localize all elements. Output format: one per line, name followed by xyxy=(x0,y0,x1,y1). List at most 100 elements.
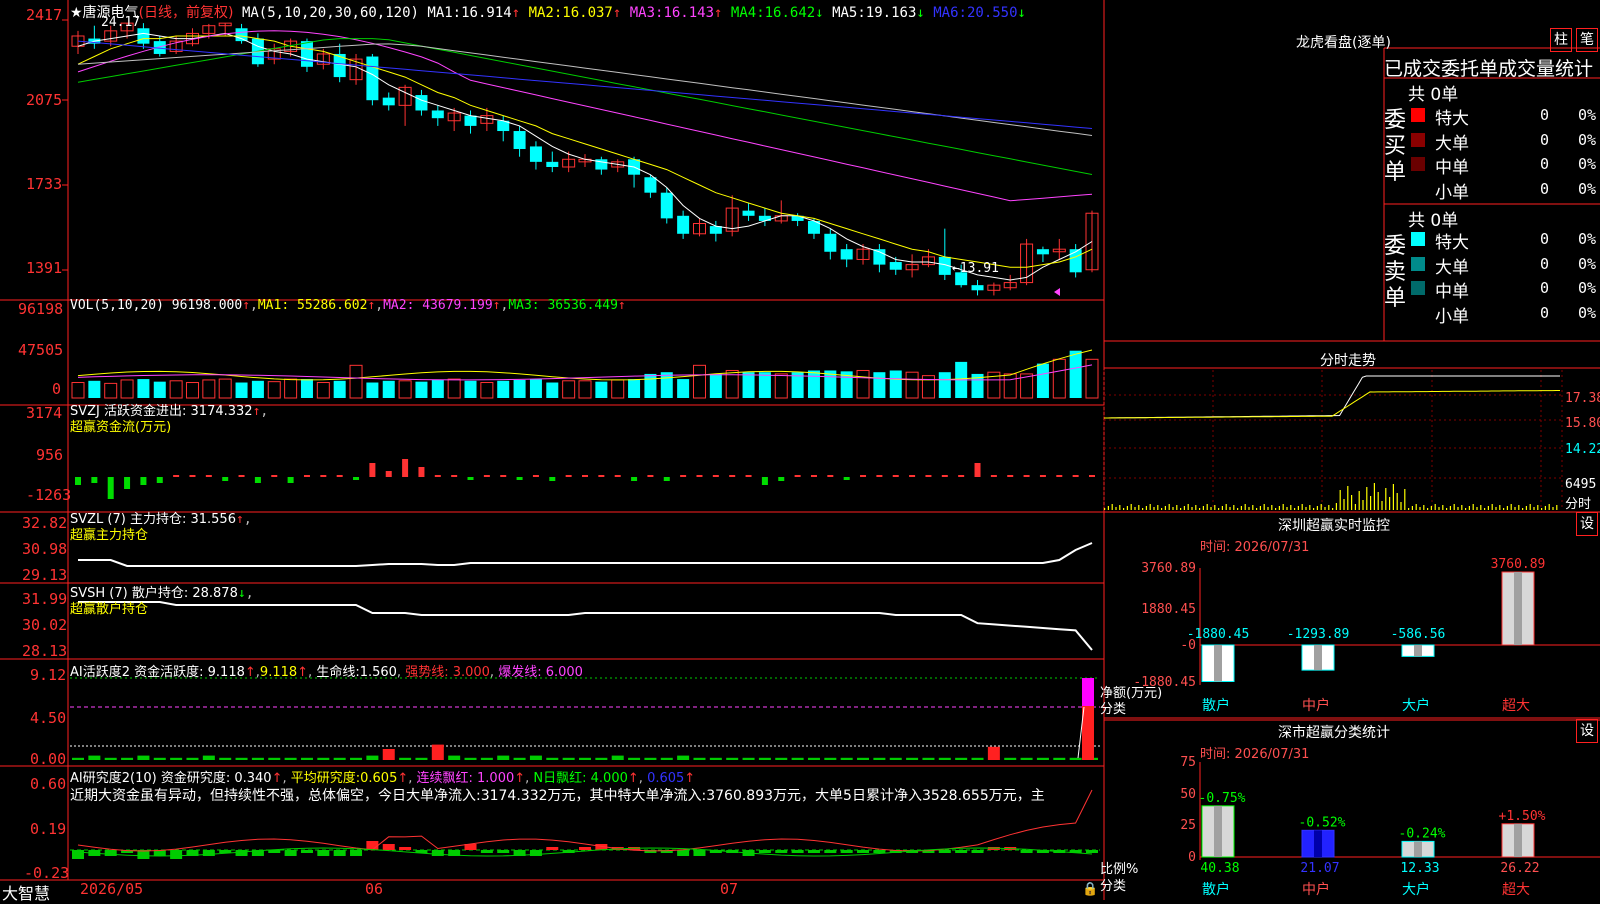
fundflow-bar-down xyxy=(254,477,261,483)
ma3-value: 16.143 xyxy=(663,5,715,21)
intraday-volume-bar xyxy=(1195,505,1197,510)
sell-row-count: 0 xyxy=(1540,230,1550,248)
activity-bar xyxy=(431,744,444,760)
buy-row-swatch xyxy=(1411,108,1425,122)
class-pct-label: -0.24% xyxy=(1399,826,1446,841)
sell-row-swatch xyxy=(1411,281,1425,295)
volume-bar-up xyxy=(856,369,870,399)
ai-research-last: 0.605 xyxy=(647,771,685,786)
buy-row-count: 0 xyxy=(1540,155,1550,173)
intraday-volume-bar xyxy=(1518,505,1520,510)
activity-bar xyxy=(72,757,84,760)
intraday-volume-bar xyxy=(1138,505,1140,510)
sz-monitor-settings-button[interactable]: 设 xyxy=(1576,512,1598,536)
vol-ma1: MA1: 55286.602 xyxy=(257,298,368,313)
sell-side-label: 委卖单 xyxy=(1384,234,1407,311)
brand-label: 大智慧 xyxy=(2,884,51,903)
bar-mode-button[interactable]: 柱 xyxy=(1550,28,1572,52)
intraday-volume-bar xyxy=(1218,508,1220,510)
research-bar-up xyxy=(366,841,379,850)
vol-header: VOL(5,10,20) 96198.000↑,MA1: 55286.602↑,… xyxy=(70,298,626,313)
candle-body-down xyxy=(742,210,755,216)
activity-bar xyxy=(840,757,853,760)
volume-bar-up xyxy=(316,382,330,399)
fundflow-bar-up xyxy=(369,463,376,477)
activity-bar xyxy=(480,757,493,760)
vol-axis-label: 96198 xyxy=(18,300,64,318)
research-bar-down xyxy=(1086,850,1098,853)
retail-position-line xyxy=(78,601,1093,651)
candle-body-down xyxy=(660,192,673,219)
sz-class-settings-button[interactable]: 设 xyxy=(1576,719,1598,743)
price-axis-label: 2417 xyxy=(26,6,63,24)
buy-row-name: 小单 xyxy=(1435,182,1469,203)
ma5-line xyxy=(77,43,1093,136)
fundflow-bar-down xyxy=(75,477,81,485)
ma5-arrow: ↓ xyxy=(916,5,925,21)
activity-bar xyxy=(350,757,363,760)
class-pct-label: -0.75% xyxy=(1199,791,1246,806)
intraday-volume-bar xyxy=(1252,505,1254,510)
buy-row-percent: 0% xyxy=(1578,106,1597,124)
ai-active-axis: 9.12 xyxy=(30,666,67,684)
svsh-axis-label: 28.13 xyxy=(22,642,68,660)
ma1-value: 16.914 xyxy=(461,5,512,21)
intraday-volume-bar xyxy=(1427,508,1429,510)
activity-bar xyxy=(906,757,919,760)
intraday-volume-bar xyxy=(1145,506,1147,510)
fundflow-bar-up xyxy=(614,475,621,477)
intraday-volume-bar xyxy=(1301,504,1303,510)
ma4-line xyxy=(77,38,1093,175)
buy-row-count: 0 xyxy=(1540,179,1550,198)
activity-bar xyxy=(971,757,984,760)
intraday-volume-bar xyxy=(1381,501,1383,510)
intraday-volume-bar xyxy=(1221,506,1223,510)
monitor-category-label: 超大 xyxy=(1502,698,1530,714)
sell-row-count: 0 xyxy=(1540,254,1550,273)
ma2-value: 16.037 xyxy=(562,5,613,21)
intraday-volume-bar xyxy=(1506,506,1508,510)
class-category-label: 大户 xyxy=(1402,881,1430,898)
intraday-volume-bar xyxy=(1187,504,1189,510)
volume-bar-down xyxy=(742,372,755,398)
activity-bar xyxy=(987,746,1000,760)
candle-body-down xyxy=(758,215,771,221)
activity-bar xyxy=(758,757,771,760)
intraday-volume-bar xyxy=(1248,507,1250,510)
volume-bar-down xyxy=(513,379,526,398)
lock-icon[interactable]: 🔒 xyxy=(1082,882,1098,897)
ai-research-header: AI研究度2(10) 资金研究度: 0.340↑, 平均研究度:0.605↑, … xyxy=(70,771,696,786)
date-label: 2026/05 xyxy=(80,880,144,898)
intraday-volume-bar xyxy=(1514,507,1516,510)
research-bar-down xyxy=(955,850,968,853)
fundflow-bar-up xyxy=(876,475,883,477)
intraday-volume-bar xyxy=(1537,505,1539,510)
intraday-volume-bar xyxy=(1468,506,1470,510)
fundflow-bar-up xyxy=(205,475,212,477)
intraday-axis: 17.38 xyxy=(1565,391,1600,406)
chart-mode[interactable]: (日线，前复权) xyxy=(139,5,234,21)
svsh-axis-label: 31.99 xyxy=(22,590,68,608)
tick-mode-button[interactable]: 笔 xyxy=(1576,28,1598,52)
intraday-volume-bar xyxy=(1480,505,1482,510)
research-bar-up xyxy=(382,844,395,850)
monitor-axis-label: 1880.45 xyxy=(1141,602,1196,617)
activity-bar xyxy=(660,757,673,760)
activity-bar xyxy=(235,757,248,760)
intraday-volume-bar xyxy=(1392,484,1394,510)
buy-row-swatch xyxy=(1411,132,1425,147)
intraday-volume-bar xyxy=(1191,507,1193,510)
intraday-volume-bar xyxy=(1335,503,1337,510)
activity-bar xyxy=(807,757,820,760)
activity-bar xyxy=(219,757,232,760)
intraday-volume-bar xyxy=(1434,504,1436,510)
intraday-volume-bar xyxy=(1362,500,1364,510)
fundflow-bar-down xyxy=(124,477,131,489)
class-value-label: 40.38 xyxy=(1200,861,1239,876)
fundflow-bar-up xyxy=(1007,475,1014,477)
activity-bar xyxy=(317,757,330,760)
candle-body-down xyxy=(235,28,248,42)
intraday-volume-bar xyxy=(1461,505,1463,510)
sz-monitor-title: 深圳超赢实时监控 xyxy=(1278,518,1390,534)
fundflow-bar-up xyxy=(500,475,507,477)
